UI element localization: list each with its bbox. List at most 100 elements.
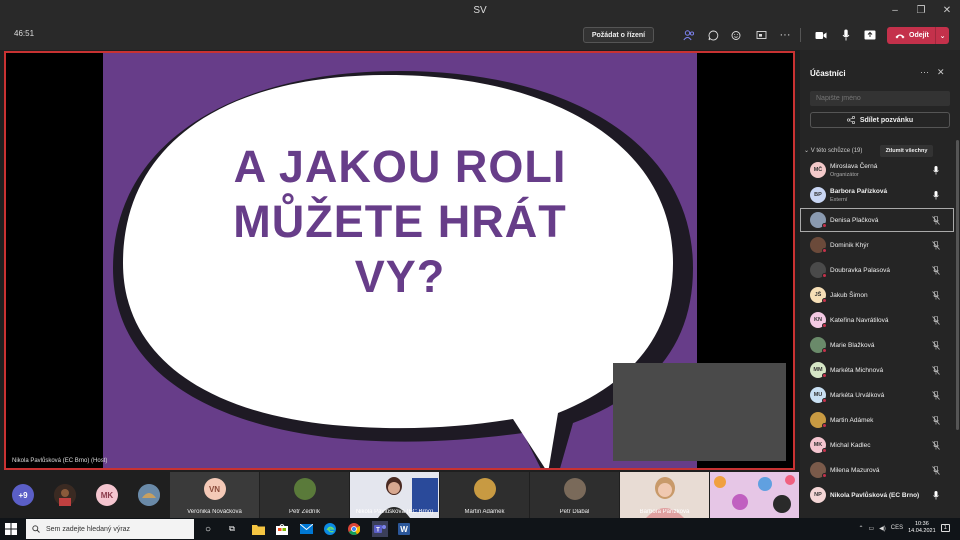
participant-row[interactable]: JŠ Jakub Šimon <box>800 283 954 307</box>
clock-date: 14.04.2021 <box>908 528 936 534</box>
task-view-icon[interactable]: ⧉ <box>224 521 240 537</box>
participant-row[interactable]: MM Markéta Michnová <box>800 358 954 382</box>
system-clock[interactable]: 10:36 14.04.2021 <box>908 521 936 535</box>
overflow-participants-button[interactable]: +9 <box>12 484 34 506</box>
participant-row[interactable]: KN Kateřina Navrátilová <box>800 308 954 332</box>
volume-icon[interactable]: ◀) <box>879 525 886 532</box>
microphone-muted-icon[interactable] <box>931 289 941 301</box>
request-control-button[interactable]: Požádat o řízení <box>583 27 654 43</box>
microphone-muted-icon[interactable] <box>931 364 941 376</box>
participant-avatar-photo[interactable] <box>138 484 160 506</box>
microphone-muted-icon[interactable] <box>931 239 941 251</box>
participant-tile[interactable]: Martin Adámek <box>440 472 530 518</box>
microphone-icon[interactable] <box>931 489 941 501</box>
mute-all-button[interactable]: Ztlumit všechny <box>880 145 933 157</box>
participant-row[interactable]: Milena Mazurová <box>800 458 954 482</box>
leave-dropdown-chevron-icon[interactable]: ⌄ <box>935 27 949 44</box>
cortana-icon[interactable]: ○ <box>200 521 216 537</box>
participant-row[interactable]: NP Nikola Pavlůsková (EC Brno) <box>800 483 954 507</box>
taskbar-search-placeholder: Sem zadejte hledaný výraz <box>46 525 131 533</box>
reactions-icon[interactable] <box>728 27 746 43</box>
more-options-icon[interactable]: ··· <box>776 27 794 43</box>
presence-status-icon <box>822 273 827 278</box>
participant-row[interactable]: MK Michal Kadlec <box>800 433 954 457</box>
file-explorer-icon[interactable] <box>250 521 266 537</box>
presence-status-icon <box>822 448 827 453</box>
strip-avatars: +9 MK <box>0 472 170 518</box>
camera-icon[interactable] <box>812 27 830 43</box>
participant-photo <box>473 478 496 500</box>
teams-meeting-window: SV – ❐ ✕ 46:51 Požádat o řízení ··· Odej… <box>0 0 960 540</box>
participant-row[interactable]: Denisa Plačková <box>800 208 954 232</box>
edge-icon[interactable] <box>322 521 338 537</box>
share-screen-icon[interactable] <box>861 27 879 43</box>
panel-scrollbar[interactable] <box>956 140 959 430</box>
participant-role: Organizátor <box>830 172 859 178</box>
participant-tile-name: Nikola Pavlůsková (EC Brno) <box>355 509 434 515</box>
participant-row[interactable]: Marie Blažková <box>800 333 954 357</box>
participant-row[interactable]: Dominik Khýr <box>800 233 954 257</box>
microphone-icon[interactable] <box>837 27 855 43</box>
presence-status-icon <box>822 323 827 328</box>
presence-status-icon <box>822 298 827 303</box>
participant-row[interactable]: Doubravka Palasová <box>800 258 954 282</box>
participant-tile[interactable]: VN Veronika Nováčková <box>170 472 260 518</box>
participants-icon[interactable] <box>680 27 698 43</box>
panel-more-icon[interactable]: ··· <box>920 67 929 77</box>
participant-row[interactable]: Martin Adámek <box>800 408 954 432</box>
participant-tile[interactable]: Petr Zedník <box>260 472 350 518</box>
word-icon[interactable]: W <box>396 521 412 537</box>
participant-video-tile[interactable]: Barbora Pařízková <box>620 472 710 518</box>
microphone-muted-icon[interactable] <box>931 339 941 351</box>
share-invite-button[interactable]: Sdílet pozvánku <box>810 112 950 128</box>
microphone-muted-icon[interactable] <box>931 314 941 326</box>
microphone-muted-icon[interactable] <box>931 464 941 476</box>
close-window-button[interactable]: ✕ <box>934 0 960 20</box>
participant-role: Externí <box>830 197 848 203</box>
participant-name: Denisa Plačková <box>830 217 879 224</box>
maximize-button[interactable]: ❐ <box>908 0 934 20</box>
participant-name: Milena Mazurová <box>830 467 880 474</box>
participant-photo <box>563 478 586 500</box>
participant-video-tile[interactable]: Nikola Pavlůsková (EC Brno) <box>350 472 440 518</box>
microphone-muted-icon[interactable] <box>931 414 941 426</box>
rooms-icon[interactable] <box>752 27 770 43</box>
chat-icon[interactable] <box>704 27 722 43</box>
taskbar-search-box[interactable]: Sem zadejte hledaný výraz <box>26 519 194 539</box>
presence-status-icon <box>822 348 827 353</box>
store-icon[interactable] <box>274 521 290 537</box>
microphone-icon[interactable] <box>931 189 941 201</box>
microphone-icon[interactable] <box>931 164 941 176</box>
windows-taskbar: Sem zadejte hledaný výraz ○ ⧉ T W ⌃ ▭ ◀)… <box>0 518 960 540</box>
presentation-slide: A JAKOU ROLI MŮŽETE HRÁT VY? <box>103 53 697 468</box>
microphone-muted-icon[interactable] <box>931 439 941 451</box>
chrome-icon[interactable] <box>346 521 362 537</box>
notification-badge[interactable]: 1 <box>940 524 950 532</box>
leave-button[interactable]: Odejít ⌄ <box>887 27 949 44</box>
windows-start-icon[interactable] <box>5 522 17 536</box>
microphone-muted-icon[interactable] <box>931 389 941 401</box>
microphone-muted-icon[interactable] <box>931 214 941 226</box>
minimize-button[interactable]: – <box>882 0 908 20</box>
teams-icon[interactable]: T <box>372 521 388 537</box>
participants-section-header[interactable]: ⌄ V této schůzce (19) <box>804 147 862 154</box>
participant-avatar-photo[interactable] <box>54 484 76 506</box>
participant-row[interactable]: BP Barbora Pařízková Externí <box>800 183 954 207</box>
participant-tile-name: Veronika Nováčková <box>187 509 242 515</box>
participant-tile[interactable]: Petr Dlabal <box>530 472 620 518</box>
participant-avatar-mk[interactable]: MK <box>96 484 118 506</box>
slide-line-1: A JAKOU ROLI <box>233 141 567 192</box>
participant-tile-name: Petr Zedník <box>288 509 320 515</box>
keyboard-language[interactable]: CES <box>891 525 903 531</box>
mail-icon[interactable] <box>298 521 314 537</box>
slide-line-3: VY? <box>354 251 446 302</box>
network-icon[interactable]: ▭ <box>868 525 874 532</box>
tray-overflow-icon[interactable]: ⌃ <box>858 525 863 532</box>
participant-row[interactable]: MU Markéta Urválková <box>800 383 954 407</box>
participant-row[interactable]: MČ Miroslava Černá Organizátor <box>800 158 954 182</box>
participant-search-input[interactable] <box>810 91 950 106</box>
panel-close-icon[interactable]: ✕ <box>937 67 945 78</box>
microphone-muted-icon[interactable] <box>931 264 941 276</box>
presenter-label: Nikola Pavlůsková (EC Brno) (Host) <box>12 458 108 464</box>
self-view-video[interactable] <box>613 363 786 461</box>
